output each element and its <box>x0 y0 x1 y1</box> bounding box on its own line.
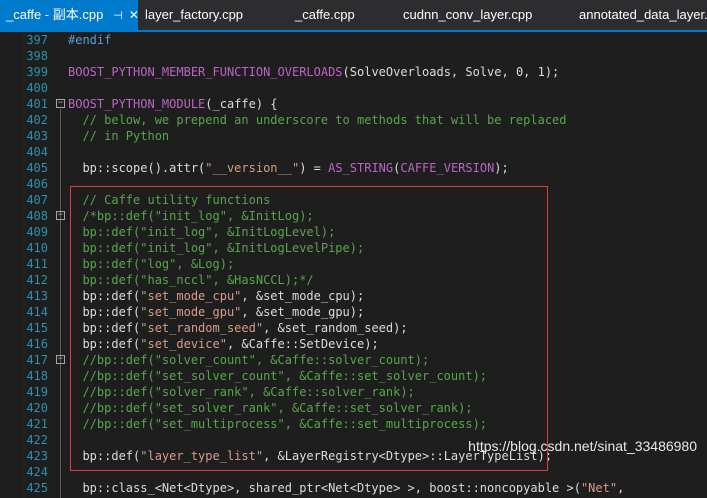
watermark: https://blog.csdn.net/sinat_33486980 <box>468 438 697 454</box>
code-token: // below, we prepend an underscore to me… <box>68 113 567 127</box>
line-number: 401 <box>26 97 48 111</box>
code-token: "Net" <box>580 481 618 495</box>
line-number: 400 <box>26 81 48 95</box>
code-text[interactable]: #endif <box>68 32 111 48</box>
line-number: 408 <box>26 209 48 223</box>
line-number: 421 <box>26 417 48 431</box>
code-text[interactable]: bp::scope().attr("__version__") = AS_STR… <box>68 160 509 176</box>
collapse-icon[interactable]: − <box>56 211 65 220</box>
collapse-icon[interactable]: − <box>56 99 65 108</box>
code-token: BOOST_PYTHON_MODULE <box>68 97 206 111</box>
code-token: , <box>617 481 632 495</box>
line-number: 414 <box>26 305 48 319</box>
line-number: 405 <box>26 161 48 175</box>
line-number: 404 <box>26 145 48 159</box>
code-token: AS_STRING <box>328 161 394 175</box>
code-line[interactable]: 425 bp::class_<Net<Dtype>, shared_ptr<Ne… <box>0 480 707 496</box>
code-line[interactable]: 403 // in Python <box>0 128 707 144</box>
code-token: (_caffe) { <box>205 97 278 111</box>
line-number: 406 <box>26 177 48 191</box>
tab-annotated-data-layer[interactable]: annotated_data_layer.c <box>579 0 707 30</box>
line-number: 411 <box>26 257 48 271</box>
line-number: 410 <box>26 241 48 255</box>
line-number: 397 <box>26 33 48 47</box>
line-number: 398 <box>26 49 48 63</box>
line-number: 419 <box>26 385 48 399</box>
line-number: 425 <box>26 481 48 495</box>
line-number: 420 <box>26 401 48 415</box>
line-number: 407 <box>26 193 48 207</box>
code-token: ); <box>494 161 509 175</box>
tab-cudnn-conv-layer[interactable]: cudnn_conv_layer.cpp <box>403 0 532 30</box>
line-number: 422 <box>26 433 48 447</box>
code-token: ) = <box>299 161 329 175</box>
code-line[interactable]: 401− BOOST_PYTHON_MODULE(_caffe) { <box>0 96 707 112</box>
tab-label: _caffe - 副本.cpp <box>6 7 104 22</box>
pin-icon[interactable]: ⊣ <box>113 1 123 30</box>
line-number: 403 <box>26 129 48 143</box>
tab-layer-factory[interactable]: layer_factory.cpp <box>145 0 243 30</box>
line-number: 416 <box>26 337 48 351</box>
code-line[interactable]: 397 #endif <box>0 32 707 48</box>
code-token: // in Python <box>68 129 170 143</box>
code-token: BOOST_PYTHON_MEMBER_FUNCTION_OVERLOADS <box>68 65 343 79</box>
code-text[interactable]: BOOST_PYTHON_MODULE(_caffe) { <box>68 96 278 112</box>
tab-bar: _caffe - 副本.cpp ⊣ ✕ layer_factory.cpp _caf… <box>0 0 707 30</box>
code-text[interactable]: BOOST_PYTHON_MEMBER_FUNCTION_OVERLOADS(S… <box>68 64 559 80</box>
line-number: 399 <box>26 65 48 79</box>
line-number: 413 <box>26 289 48 303</box>
code-token: bp::scope().attr( <box>68 161 206 175</box>
code-line[interactable]: 398 <box>0 48 707 64</box>
tab-caffe-copy[interactable]: _caffe - 副本.cpp ⊣ ✕ <box>0 0 139 30</box>
line-number: 423 <box>26 449 48 463</box>
code-line[interactable]: 405 bp::scope().attr("__version__") = AS… <box>0 160 707 176</box>
code-line[interactable]: 400 <box>0 80 707 96</box>
code-token: (SolveOverloads, Solve, 0, 1); <box>342 65 560 79</box>
code-editor[interactable]: 397 #endif 398 399 BOOST_PYTHON_MEMBER_FUNCT… <box>0 32 707 498</box>
line-number: 412 <box>26 273 48 287</box>
line-number: 409 <box>26 225 48 239</box>
code-token: "__version__" <box>205 161 300 175</box>
line-number: 418 <box>26 369 48 383</box>
collapse-icon[interactable]: − <box>56 355 65 364</box>
code-line[interactable]: 404 <box>0 144 707 160</box>
code-token: CAFFE_VERSION <box>400 161 495 175</box>
tab-caffe[interactable]: _caffe.cpp <box>295 0 355 30</box>
line-number: 417 <box>26 353 48 367</box>
code-line[interactable]: 402 // below, we prepend an underscore t… <box>0 112 707 128</box>
close-icon[interactable]: ✕ <box>129 0 139 30</box>
code-text[interactable]: // in Python <box>68 128 169 144</box>
line-number: 402 <box>26 113 48 127</box>
line-number: 424 <box>26 465 48 479</box>
code-token: #endif <box>68 33 112 47</box>
code-text[interactable]: // below, we prepend an underscore to me… <box>68 112 567 128</box>
code-line[interactable]: 399 BOOST_PYTHON_MEMBER_FUNCTION_OVERLOAD… <box>0 64 707 80</box>
line-number: 415 <box>26 321 48 335</box>
code-token: bp::class_<Net<Dtype>, shared_ptr<Net<Dt… <box>68 481 581 495</box>
code-text[interactable]: bp::class_<Net<Dtype>, shared_ptr<Net<Dt… <box>68 480 632 496</box>
highlight-box <box>70 186 548 471</box>
